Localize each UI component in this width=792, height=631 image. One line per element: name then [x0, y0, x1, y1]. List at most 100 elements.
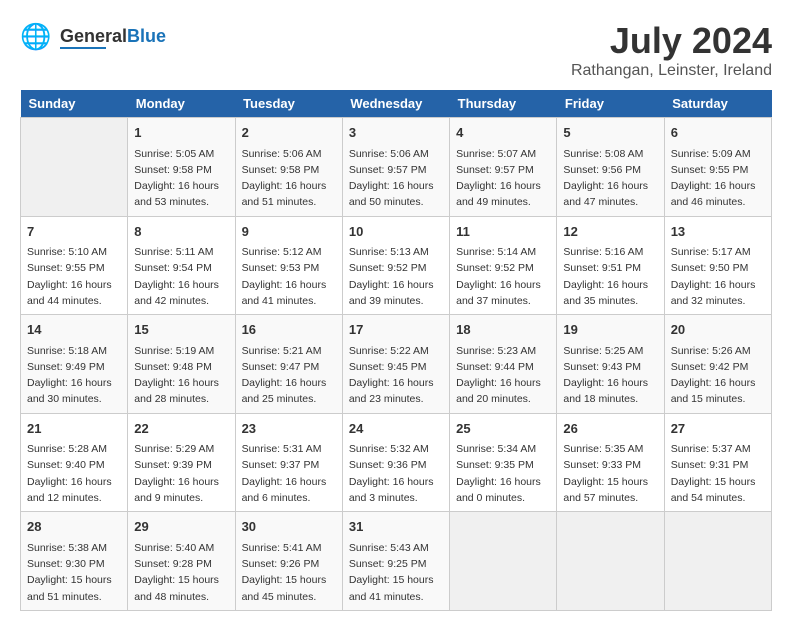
logo-text: GeneralBlue — [60, 27, 166, 50]
week-row-5: 28 Sunrise: 5:38 AM Sunset: 9:30 PM Dayli… — [21, 512, 772, 611]
svg-text:🌐: 🌐 — [20, 22, 51, 51]
calendar-cell: 14Sunrise: 5:18 AM Sunset: 9:49 PM Dayli… — [21, 315, 128, 414]
day-info: Sunrise: 5:40 AM Sunset: 9:28 PM Dayligh… — [134, 540, 228, 605]
day-number: 3 — [349, 123, 443, 143]
logo: 🌐 GeneralBlue — [20, 20, 166, 56]
week-row-1: 1 Sunrise: 5:05 AM Sunset: 9:58 PM Daylig… — [21, 118, 772, 217]
calendar-cell: 28 Sunrise: 5:38 AM Sunset: 9:30 PM Dayli… — [21, 512, 128, 611]
calendar-cell: 17 Sunrise: 5:22 AM Sunset: 9:45 PM Dayli… — [342, 315, 449, 414]
calendar-cell: 10Sunrise: 5:13 AM Sunset: 9:52 PM Dayli… — [342, 216, 449, 315]
calendar-cell: 12Sunrise: 5:16 AM Sunset: 9:51 PM Dayli… — [557, 216, 664, 315]
day-info: Sunrise: 5:12 AM Sunset: 9:53 PM Dayligh… — [242, 244, 336, 309]
calendar-cell: 13Sunrise: 5:17 AM Sunset: 9:50 PM Dayli… — [664, 216, 771, 315]
calendar-cell — [450, 512, 557, 611]
header-row: Sunday Monday Tuesday Wednesday Thursday… — [21, 90, 772, 118]
day-info: Sunrise: 5:21 AM Sunset: 9:47 PM Dayligh… — [242, 343, 336, 408]
day-info: Sunrise: 5:31 AM Sunset: 9:37 PM Dayligh… — [242, 441, 336, 506]
day-info: Sunrise: 5:34 AM Sunset: 9:35 PM Dayligh… — [456, 441, 550, 506]
calendar-cell: 29 Sunrise: 5:40 AM Sunset: 9:28 PM Dayli… — [128, 512, 235, 611]
calendar-cell: 27Sunrise: 5:37 AM Sunset: 9:31 PM Dayli… — [664, 413, 771, 512]
calendar-cell — [557, 512, 664, 611]
day-number: 20 — [671, 320, 765, 340]
day-number: 15 — [134, 320, 228, 340]
day-number: 25 — [456, 419, 550, 439]
day-info: Sunrise: 5:07 AM Sunset: 9:57 PM Dayligh… — [456, 146, 550, 211]
calendar-cell: 20 Sunrise: 5:26 AM Sunset: 9:42 PM Dayli… — [664, 315, 771, 414]
day-info: Sunrise: 5:09 AM Sunset: 9:55 PM Dayligh… — [671, 146, 765, 211]
calendar-cell: 6 Sunrise: 5:09 AM Sunset: 9:55 PM Daylig… — [664, 118, 771, 217]
calendar-cell: 11Sunrise: 5:14 AM Sunset: 9:52 PM Dayli… — [450, 216, 557, 315]
day-info: Sunrise: 5:43 AM Sunset: 9:25 PM Dayligh… — [349, 540, 443, 605]
calendar-cell: 26Sunrise: 5:35 AM Sunset: 9:33 PM Dayli… — [557, 413, 664, 512]
day-info: Sunrise: 5:08 AM Sunset: 9:56 PM Dayligh… — [563, 146, 657, 211]
day-number: 30 — [242, 517, 336, 537]
logo-blue: Blue — [127, 26, 166, 46]
logo-underline — [60, 47, 106, 49]
calendar-cell: 23Sunrise: 5:31 AM Sunset: 9:37 PM Dayli… — [235, 413, 342, 512]
day-info: Sunrise: 5:28 AM Sunset: 9:40 PM Dayligh… — [27, 441, 121, 506]
calendar-cell: 8Sunrise: 5:11 AM Sunset: 9:54 PM Daylig… — [128, 216, 235, 315]
day-number: 9 — [242, 222, 336, 242]
logo-general: General — [60, 26, 127, 46]
month-year: July 2024 — [571, 20, 772, 62]
day-info: Sunrise: 5:41 AM Sunset: 9:26 PM Dayligh… — [242, 540, 336, 605]
week-row-3: 14Sunrise: 5:18 AM Sunset: 9:49 PM Dayli… — [21, 315, 772, 414]
day-number: 26 — [563, 419, 657, 439]
col-wednesday: Wednesday — [342, 90, 449, 118]
day-info: Sunrise: 5:26 AM Sunset: 9:42 PM Dayligh… — [671, 343, 765, 408]
day-info: Sunrise: 5:16 AM Sunset: 9:51 PM Dayligh… — [563, 244, 657, 309]
calendar-body: 1 Sunrise: 5:05 AM Sunset: 9:58 PM Daylig… — [21, 118, 772, 611]
day-number: 8 — [134, 222, 228, 242]
day-info: Sunrise: 5:14 AM Sunset: 9:52 PM Dayligh… — [456, 244, 550, 309]
calendar-cell: 19 Sunrise: 5:25 AM Sunset: 9:43 PM Dayli… — [557, 315, 664, 414]
week-row-4: 21Sunrise: 5:28 AM Sunset: 9:40 PM Dayli… — [21, 413, 772, 512]
location: Rathangan, Leinster, Ireland — [571, 62, 772, 80]
day-number: 14 — [27, 320, 121, 340]
logo-icon: 🌐 — [20, 20, 56, 56]
day-number: 27 — [671, 419, 765, 439]
day-number: 19 — [563, 320, 657, 340]
title-block: July 2024 Rathangan, Leinster, Ireland — [571, 20, 772, 80]
day-info: Sunrise: 5:13 AM Sunset: 9:52 PM Dayligh… — [349, 244, 443, 309]
day-info: Sunrise: 5:22 AM Sunset: 9:45 PM Dayligh… — [349, 343, 443, 408]
day-info: Sunrise: 5:38 AM Sunset: 9:30 PM Dayligh… — [27, 540, 121, 605]
day-info: Sunrise: 5:23 AM Sunset: 9:44 PM Dayligh… — [456, 343, 550, 408]
calendar-cell — [664, 512, 771, 611]
day-info: Sunrise: 5:35 AM Sunset: 9:33 PM Dayligh… — [563, 441, 657, 506]
calendar-cell: 2Sunrise: 5:06 AM Sunset: 9:58 PM Daylig… — [235, 118, 342, 217]
day-info: Sunrise: 5:19 AM Sunset: 9:48 PM Dayligh… — [134, 343, 228, 408]
day-info: Sunrise: 5:06 AM Sunset: 9:58 PM Dayligh… — [242, 146, 336, 211]
page-header: 🌐 GeneralBlue July 2024 Rathangan, Leins… — [20, 20, 772, 80]
calendar-cell: 1 Sunrise: 5:05 AM Sunset: 9:58 PM Daylig… — [128, 118, 235, 217]
day-number: 29 — [134, 517, 228, 537]
day-number: 28 — [27, 517, 121, 537]
day-number: 4 — [456, 123, 550, 143]
calendar-cell: 9Sunrise: 5:12 AM Sunset: 9:53 PM Daylig… — [235, 216, 342, 315]
calendar-table: Sunday Monday Tuesday Wednesday Thursday… — [20, 90, 772, 611]
calendar-header: Sunday Monday Tuesday Wednesday Thursday… — [21, 90, 772, 118]
calendar-cell: 18Sunrise: 5:23 AM Sunset: 9:44 PM Dayli… — [450, 315, 557, 414]
calendar-cell: 25Sunrise: 5:34 AM Sunset: 9:35 PM Dayli… — [450, 413, 557, 512]
day-info: Sunrise: 5:25 AM Sunset: 9:43 PM Dayligh… — [563, 343, 657, 408]
day-info: Sunrise: 5:06 AM Sunset: 9:57 PM Dayligh… — [349, 146, 443, 211]
day-number: 31 — [349, 517, 443, 537]
week-row-2: 7Sunrise: 5:10 AM Sunset: 9:55 PM Daylig… — [21, 216, 772, 315]
col-saturday: Saturday — [664, 90, 771, 118]
calendar-cell — [21, 118, 128, 217]
calendar-cell: 22Sunrise: 5:29 AM Sunset: 9:39 PM Dayli… — [128, 413, 235, 512]
day-number: 1 — [134, 123, 228, 143]
day-info: Sunrise: 5:29 AM Sunset: 9:39 PM Dayligh… — [134, 441, 228, 506]
calendar-cell: 3 Sunrise: 5:06 AM Sunset: 9:57 PM Daylig… — [342, 118, 449, 217]
day-info: Sunrise: 5:32 AM Sunset: 9:36 PM Dayligh… — [349, 441, 443, 506]
calendar-cell: 4 Sunrise: 5:07 AM Sunset: 9:57 PM Daylig… — [450, 118, 557, 217]
day-number: 11 — [456, 222, 550, 242]
day-info: Sunrise: 5:11 AM Sunset: 9:54 PM Dayligh… — [134, 244, 228, 309]
col-sunday: Sunday — [21, 90, 128, 118]
calendar-cell: 24Sunrise: 5:32 AM Sunset: 9:36 PM Dayli… — [342, 413, 449, 512]
day-number: 21 — [27, 419, 121, 439]
day-number: 6 — [671, 123, 765, 143]
day-number: 17 — [349, 320, 443, 340]
day-info: Sunrise: 5:05 AM Sunset: 9:58 PM Dayligh… — [134, 146, 228, 211]
calendar-cell: 16Sunrise: 5:21 AM Sunset: 9:47 PM Dayli… — [235, 315, 342, 414]
calendar-cell: 31 Sunrise: 5:43 AM Sunset: 9:25 PM Dayli… — [342, 512, 449, 611]
